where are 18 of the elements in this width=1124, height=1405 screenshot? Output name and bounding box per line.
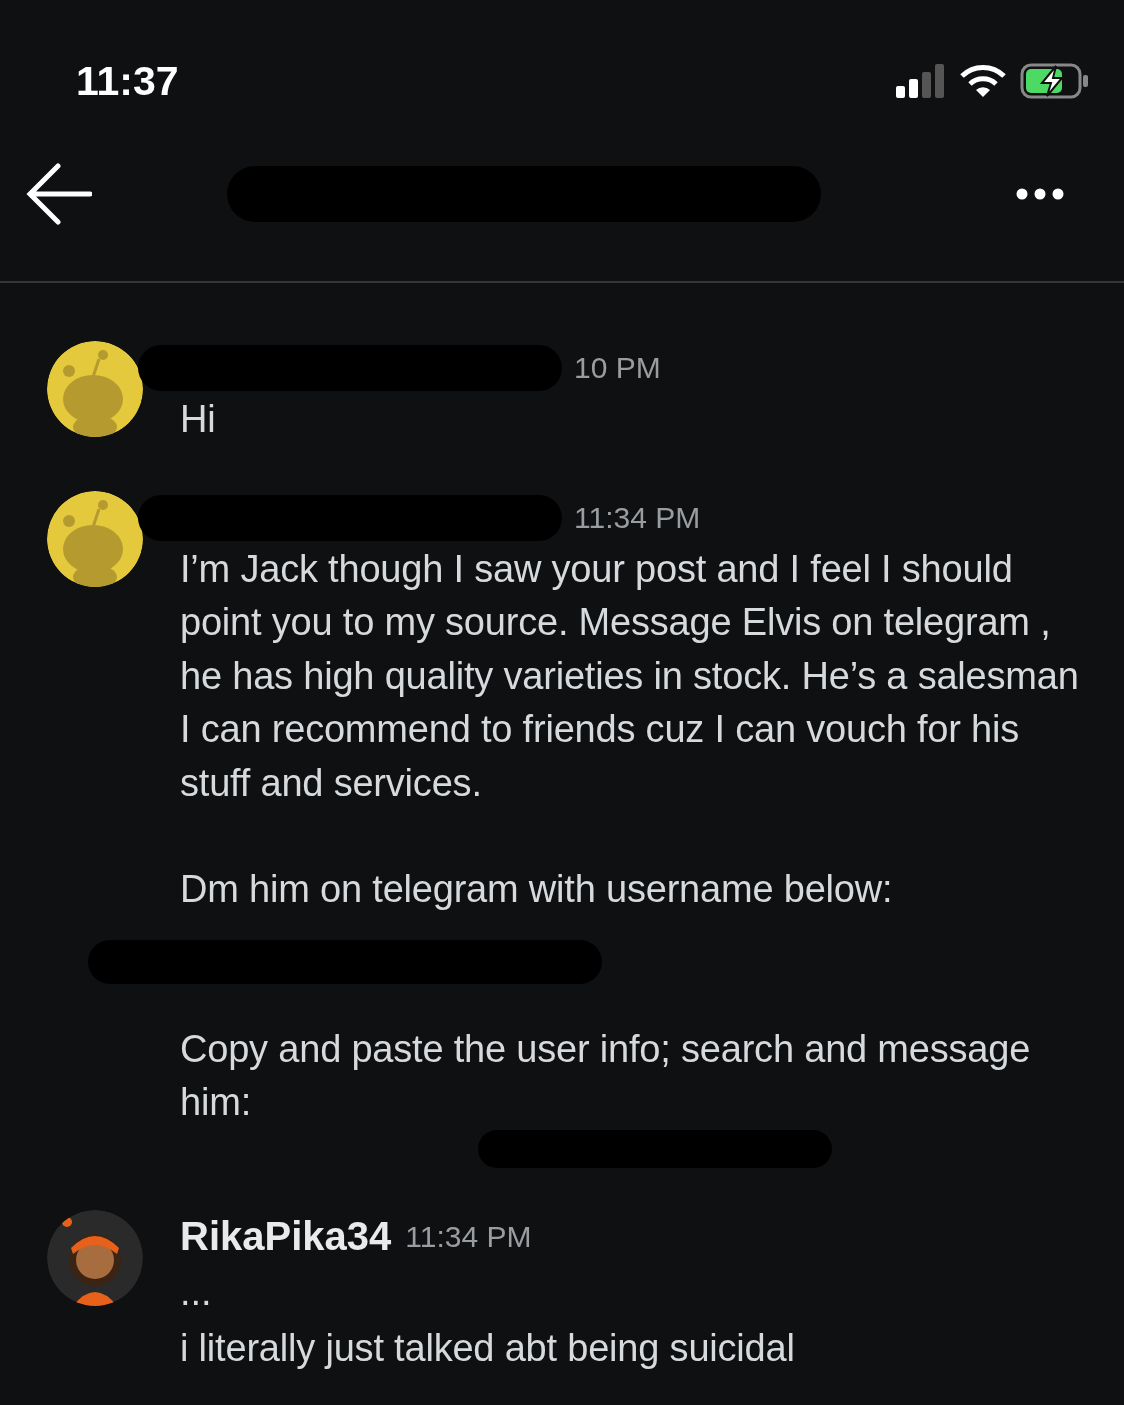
message-time: 11:34 PM: [574, 500, 701, 535]
message-text: i literally just talked abt being suicidal: [180, 1325, 795, 1371]
message-ellipsis: ...: [180, 1269, 213, 1315]
back-arrow-icon[interactable]: [26, 162, 92, 225]
avatar[interactable]: [47, 1209, 143, 1306]
message-text: I’m Jack though I saw your post and I feel I should point you to my source. Message Elvis on telegram , he has high quality varieties in stock. He’s a salesman I can recommend to friends cuz I can vouch for his stuff and services.: [180, 546, 1080, 806]
wifi-icon: [960, 64, 1006, 98]
message-text: Dm him on telegram with username below:: [180, 867, 893, 912]
avatar[interactable]: [47, 341, 143, 437]
message-text: Copy and paste the user info; search and message him:: [180, 1026, 1032, 1125]
status-time: 11:37: [76, 57, 179, 105]
message-time: 11:34 PM: [405, 1219, 532, 1254]
signal-icon: [896, 64, 946, 98]
message-text: Hi: [180, 397, 216, 442]
more-icon[interactable]: [1016, 187, 1064, 200]
username[interactable]: RikaPika34: [180, 1214, 392, 1259]
message-time: 10 PM: [574, 351, 661, 385]
avatar[interactable]: [47, 490, 143, 587]
